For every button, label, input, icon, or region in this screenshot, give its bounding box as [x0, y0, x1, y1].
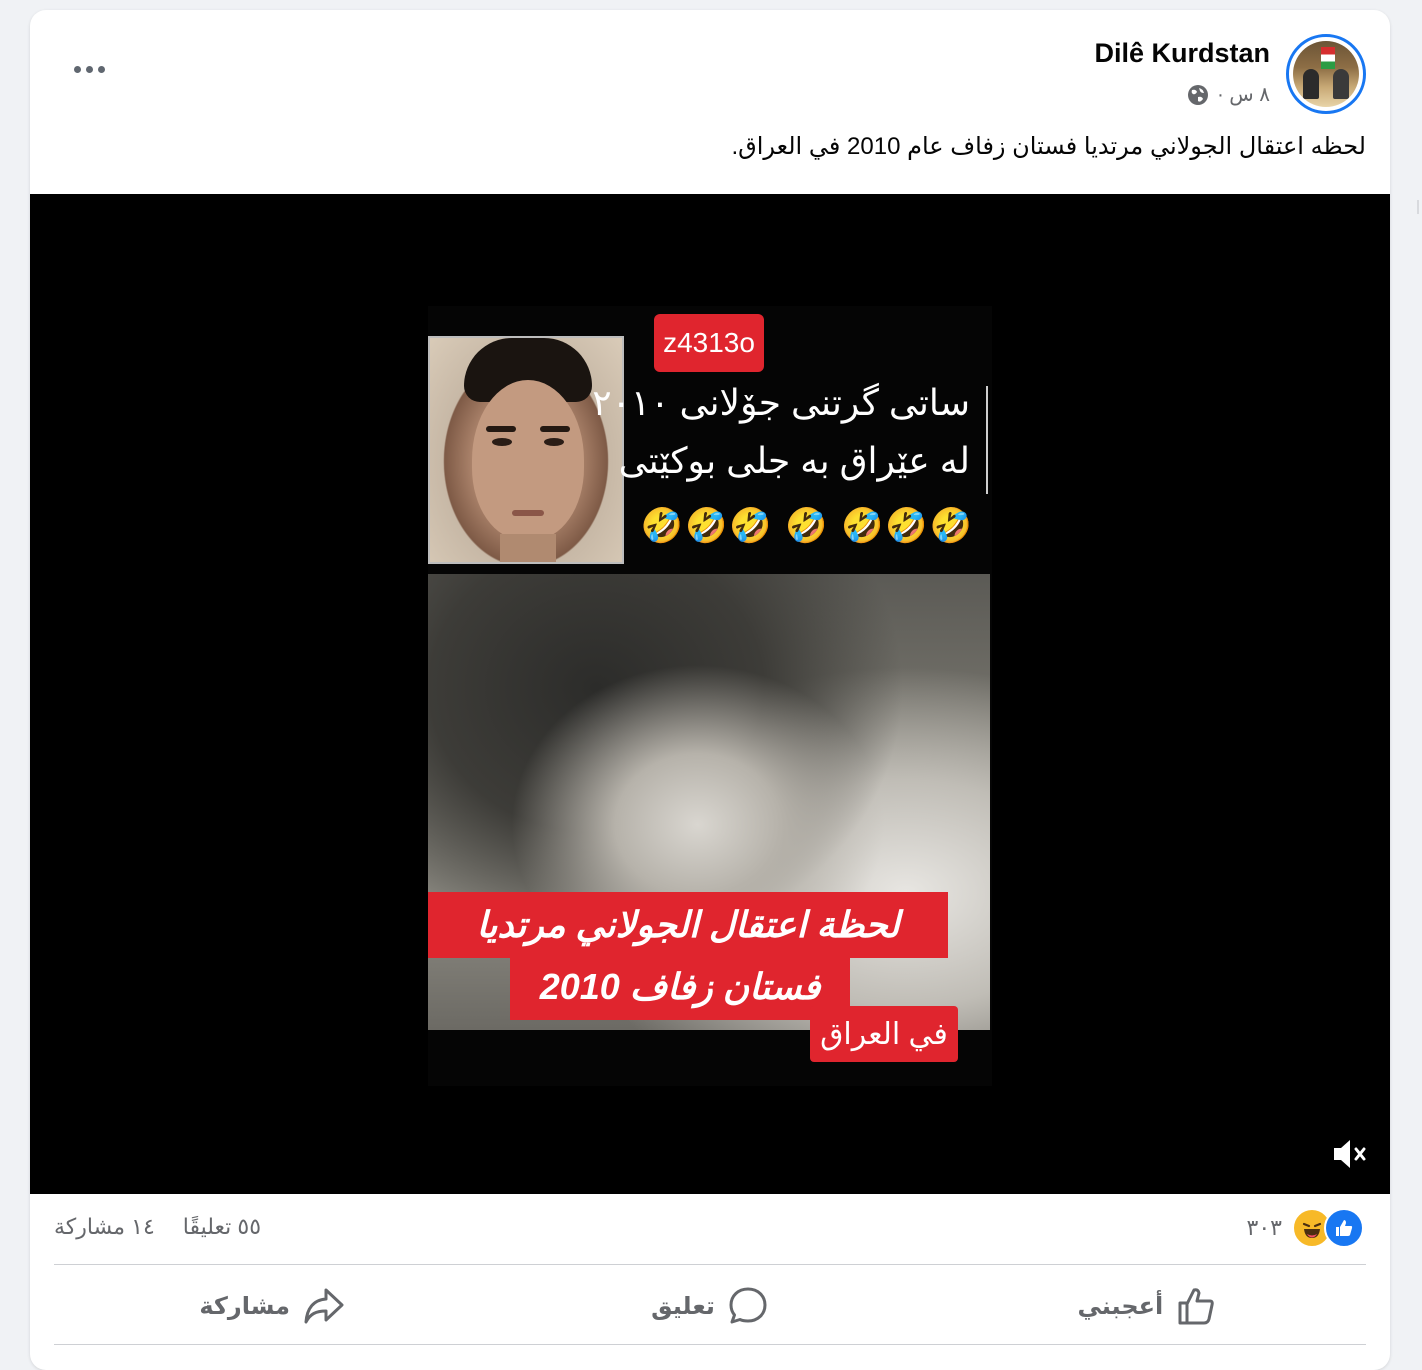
globe-icon[interactable]	[1187, 84, 1209, 106]
like-button[interactable]: أعجبني	[929, 1268, 1366, 1344]
like-reaction-icon	[1324, 1208, 1364, 1248]
avatar-image	[1293, 41, 1359, 107]
arabic-banner-line-1: لحظة اعتقال الجولاني مرتديا	[428, 892, 948, 958]
comment-share-counts: ٥٥ تعليقًا ١٤ مشاركة	[54, 1214, 261, 1240]
author-name[interactable]: Dilê Kurdstan	[1094, 38, 1270, 69]
reactions-summary[interactable]: ٣٠٣	[1247, 1208, 1364, 1248]
post-card: Dilê Kurdstan ٨ س · لحظه اعتقال الجولاني…	[30, 10, 1390, 1370]
post-caption: لحظه اعتقال الجولاني مرتديا فستان زفاف ع…	[731, 133, 1366, 160]
page-scroll-rail	[1408, 0, 1422, 1352]
video-code-badge: z4313o	[654, 314, 764, 372]
more-options-button[interactable]	[66, 52, 112, 86]
arabic-banner-line-2: فستان زفاف 2010	[510, 954, 850, 1020]
shares-count[interactable]: ١٤ مشاركة	[54, 1214, 155, 1240]
post-header: Dilê Kurdstan ٨ س ·	[30, 10, 1390, 130]
share-button[interactable]: مشاركة	[54, 1268, 491, 1344]
comment-label: تعليق	[651, 1292, 715, 1320]
scroll-indicator	[1417, 200, 1419, 214]
laughing-emojis: 🤣🤣🤣 🤣 🤣🤣🤣	[640, 507, 974, 545]
reactions-count: ٣٠٣	[1246, 1215, 1282, 1240]
thumbs-up-icon	[1178, 1288, 1214, 1325]
stats-divider	[54, 1264, 1366, 1265]
bottom-divider	[54, 1344, 1366, 1345]
post-meta: ٨ س ·	[1187, 82, 1270, 107]
comments-count[interactable]: ٥٥ تعليقًا	[183, 1214, 261, 1240]
kurdish-caption-line-2: له عێراق به جلی بوکێتی	[618, 440, 970, 481]
engagement-stats: ٣٠٣ ٥٥ تعليقًا ١٤ مشاركة	[30, 1206, 1390, 1256]
author-avatar[interactable]	[1286, 34, 1366, 114]
comment-bubble-icon	[729, 1287, 767, 1324]
more-options-icon	[73, 65, 81, 73]
video-frame: z4313o ساتی گرتنی جۆلانی ٢٠١٠ له عێراق ب…	[428, 306, 992, 1086]
muted-speaker-icon	[1334, 1140, 1366, 1168]
like-label: أعجبني	[1077, 1292, 1164, 1320]
mute-button[interactable]	[1326, 1130, 1374, 1178]
video-player[interactable]: z4313o ساتی گرتنی جۆلانی ٢٠١٠ له عێراق ب…	[30, 194, 1390, 1194]
comment-button[interactable]: تعليق	[491, 1268, 928, 1344]
kurdish-caption-line-1: ساتی گرتنی جۆلانی ٢٠١٠	[592, 382, 970, 423]
arabic-banner-line-3: في العراق	[810, 1006, 958, 1062]
post-actions: أعجبني تعليق مشاركة	[54, 1268, 1366, 1344]
portrait-photo	[428, 336, 624, 564]
share-label: مشاركة	[199, 1292, 290, 1320]
post-time[interactable]: ٨ س ·	[1217, 82, 1270, 107]
share-arrow-icon	[304, 1288, 344, 1324]
